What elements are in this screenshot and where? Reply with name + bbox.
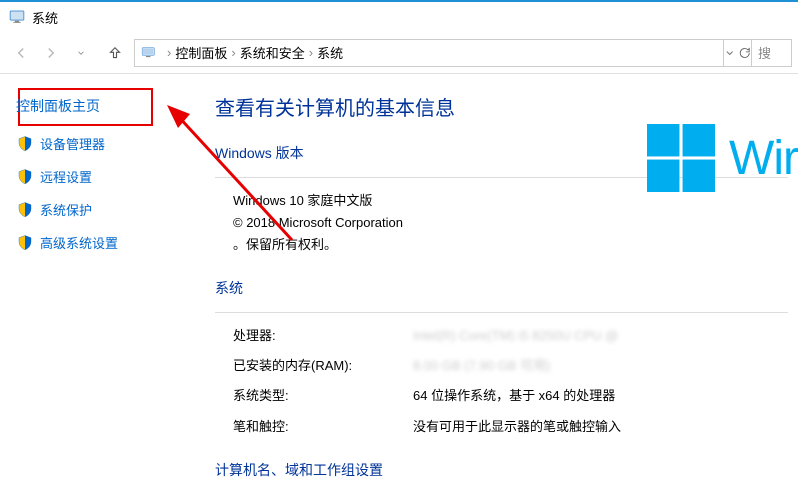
window-title: 系统 <box>32 8 58 27</box>
info-value: 8.00 GB (7.90 GB 可用) <box>413 355 550 377</box>
info-label: 笔和触控: <box>233 416 413 438</box>
info-label: 系统类型: <box>233 385 413 407</box>
info-row-processor: 处理器: Intel(R) Core(TM) i5 8250U CPU @ <box>233 325 788 347</box>
refresh-dropdown[interactable] <box>724 39 752 67</box>
shield-icon <box>16 135 34 153</box>
navbar: › 控制面板 › 系统和安全 › 系统 搜 <box>0 32 798 74</box>
windows-edition-body: Windows 10 家庭中文版 © 2018 Microsoft Corpor… <box>215 190 788 256</box>
chevron-right-icon: › <box>167 45 171 60</box>
windows-logo-icon <box>647 124 715 192</box>
main-panel: 查看有关计算机的基本信息 Windows 版本 Windows 10 家庭中文版… <box>205 74 798 504</box>
sidebar-link-system-protection[interactable]: 系统保护 <box>16 200 189 219</box>
info-row-ram: 已安装的内存(RAM): 8.00 GB (7.90 GB 可用) <box>233 355 788 377</box>
forward-button[interactable] <box>36 38 66 68</box>
divider <box>215 312 788 313</box>
shield-icon <box>16 168 34 186</box>
windows-brand: Wir <box>647 124 798 192</box>
search-placeholder: 搜 <box>758 43 771 62</box>
content-area: 控制面板主页 设备管理器 远程设置 系统保护 <box>0 74 798 504</box>
breadcrumb-item[interactable]: 系统 <box>317 43 343 62</box>
recent-dropdown[interactable] <box>66 38 96 68</box>
info-label: 已安装的内存(RAM): <box>233 355 413 377</box>
chevron-right-icon: › <box>309 45 313 60</box>
info-row-pen: 笔和触控: 没有可用于此显示器的笔或触控输入 <box>233 416 788 438</box>
breadcrumb-item[interactable]: 系统和安全 <box>240 43 305 62</box>
sidebar-link-advanced-settings[interactable]: 高级系统设置 <box>16 233 189 252</box>
copyright-line: © 2018 Microsoft Corporation <box>233 212 788 234</box>
windows-brand-text: Wir <box>729 131 798 186</box>
sidebar-link-remote-settings[interactable]: 远程设置 <box>16 167 189 186</box>
search-input[interactable]: 搜 <box>752 39 792 67</box>
windows-edition-name: Windows 10 家庭中文版 <box>233 190 788 212</box>
info-value: Intel(R) Core(TM) i5 8250U CPU @ <box>413 325 618 347</box>
copyright-line: 。保留所有权利。 <box>233 234 788 256</box>
computer-icon <box>139 44 159 62</box>
sidebar-link-label: 高级系统设置 <box>40 233 118 252</box>
breadcrumb-item[interactable]: 控制面板 <box>175 43 227 62</box>
sidebar-link-label: 远程设置 <box>40 167 92 186</box>
system-info-body: 处理器: Intel(R) Core(TM) i5 8250U CPU @ 已安… <box>215 325 788 437</box>
control-panel-home-link[interactable]: 控制面板主页 <box>16 96 189 116</box>
back-button[interactable] <box>6 38 36 68</box>
breadcrumb[interactable]: › 控制面板 › 系统和安全 › 系统 <box>134 39 724 67</box>
sidebar-link-device-manager[interactable]: 设备管理器 <box>16 134 189 153</box>
section-title-computer-name: 计算机名、域和工作组设置 <box>215 460 788 480</box>
sidebar: 控制面板主页 设备管理器 远程设置 系统保护 <box>0 74 205 504</box>
titlebar: 系统 <box>0 0 798 32</box>
info-value: 64 位操作系统，基于 x64 的处理器 <box>413 385 615 407</box>
page-heading: 查看有关计算机的基本信息 <box>215 92 788 121</box>
up-button[interactable] <box>100 38 130 68</box>
info-value: 没有可用于此显示器的笔或触控输入 <box>413 416 621 438</box>
info-row-systype: 系统类型: 64 位操作系统，基于 x64 的处理器 <box>233 385 788 407</box>
sidebar-link-label: 设备管理器 <box>40 134 105 153</box>
system-icon <box>8 8 26 26</box>
section-title-system: 系统 <box>215 278 788 298</box>
shield-icon <box>16 234 34 252</box>
chevron-right-icon: › <box>231 45 235 60</box>
sidebar-link-label: 系统保护 <box>40 200 92 219</box>
shield-icon <box>16 201 34 219</box>
info-label: 处理器: <box>233 325 413 347</box>
